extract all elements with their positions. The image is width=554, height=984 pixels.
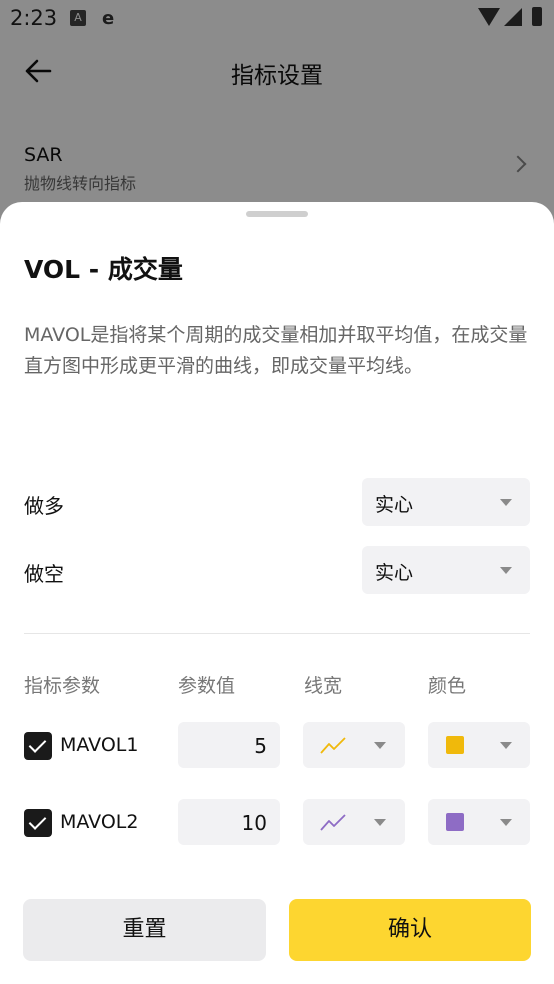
drag-handle[interactable] (246, 211, 308, 217)
caret-down-icon (500, 819, 512, 826)
param-value: 10 (241, 811, 267, 835)
mavol2-line-width-select[interactable] (303, 799, 405, 845)
short-style-value: 实心 (375, 562, 414, 584)
checkmark-icon (28, 812, 47, 830)
caret-down-icon (374, 742, 386, 749)
checkmark-icon (28, 735, 47, 753)
column-header-value: 参数值 (178, 675, 236, 697)
divider (24, 633, 530, 634)
short-style-select[interactable]: 实心 (362, 546, 530, 594)
sheet-title: VOL - 成交量 (24, 255, 183, 284)
short-label: 做空 (24, 562, 64, 586)
long-style-row: 做多 实心 (24, 478, 530, 528)
mavol2-color-select[interactable] (428, 799, 530, 845)
indicator-description: MAVOL是指将某个周期的成交量相加并取平均值，在成交量直方图中形成更平滑的曲线… (24, 324, 528, 377)
param-row-mavol2: MAVOL2 10 (24, 799, 530, 847)
mavol2-checkbox[interactable] (24, 809, 52, 837)
column-header-color: 颜色 (428, 675, 467, 697)
long-style-value: 实心 (375, 494, 414, 516)
line-chart-icon (320, 737, 346, 754)
line-chart-icon (320, 814, 346, 831)
param-name: MAVOL1 (60, 734, 139, 756)
confirm-button[interactable]: 确认 (289, 899, 531, 961)
mavol1-checkbox[interactable] (24, 732, 52, 760)
caret-down-icon (500, 742, 512, 749)
long-style-select[interactable]: 实心 (362, 478, 530, 526)
reset-button[interactable]: 重置 (23, 899, 266, 961)
param-row-mavol1: MAVOL1 5 (24, 722, 530, 770)
mavol1-line-width-select[interactable] (303, 722, 405, 768)
caret-down-icon (500, 567, 512, 574)
mavol1-color-select[interactable] (428, 722, 530, 768)
color-swatch (446, 813, 464, 831)
param-value: 5 (254, 734, 267, 758)
bottom-sheet: VOL - 成交量 MAVOL是指将某个周期的成交量相加并取平均值，在成交量直方… (0, 202, 554, 984)
mavol2-value-input[interactable]: 10 (178, 799, 280, 845)
caret-down-icon (374, 819, 386, 826)
column-header-param: 指标参数 (24, 675, 101, 697)
caret-down-icon (500, 499, 512, 506)
column-header-width: 线宽 (304, 675, 343, 697)
short-style-row: 做空 实心 (24, 546, 530, 596)
mavol1-value-input[interactable]: 5 (178, 722, 280, 768)
color-swatch (446, 736, 464, 754)
param-name: MAVOL2 (60, 811, 139, 833)
long-label: 做多 (24, 494, 64, 518)
